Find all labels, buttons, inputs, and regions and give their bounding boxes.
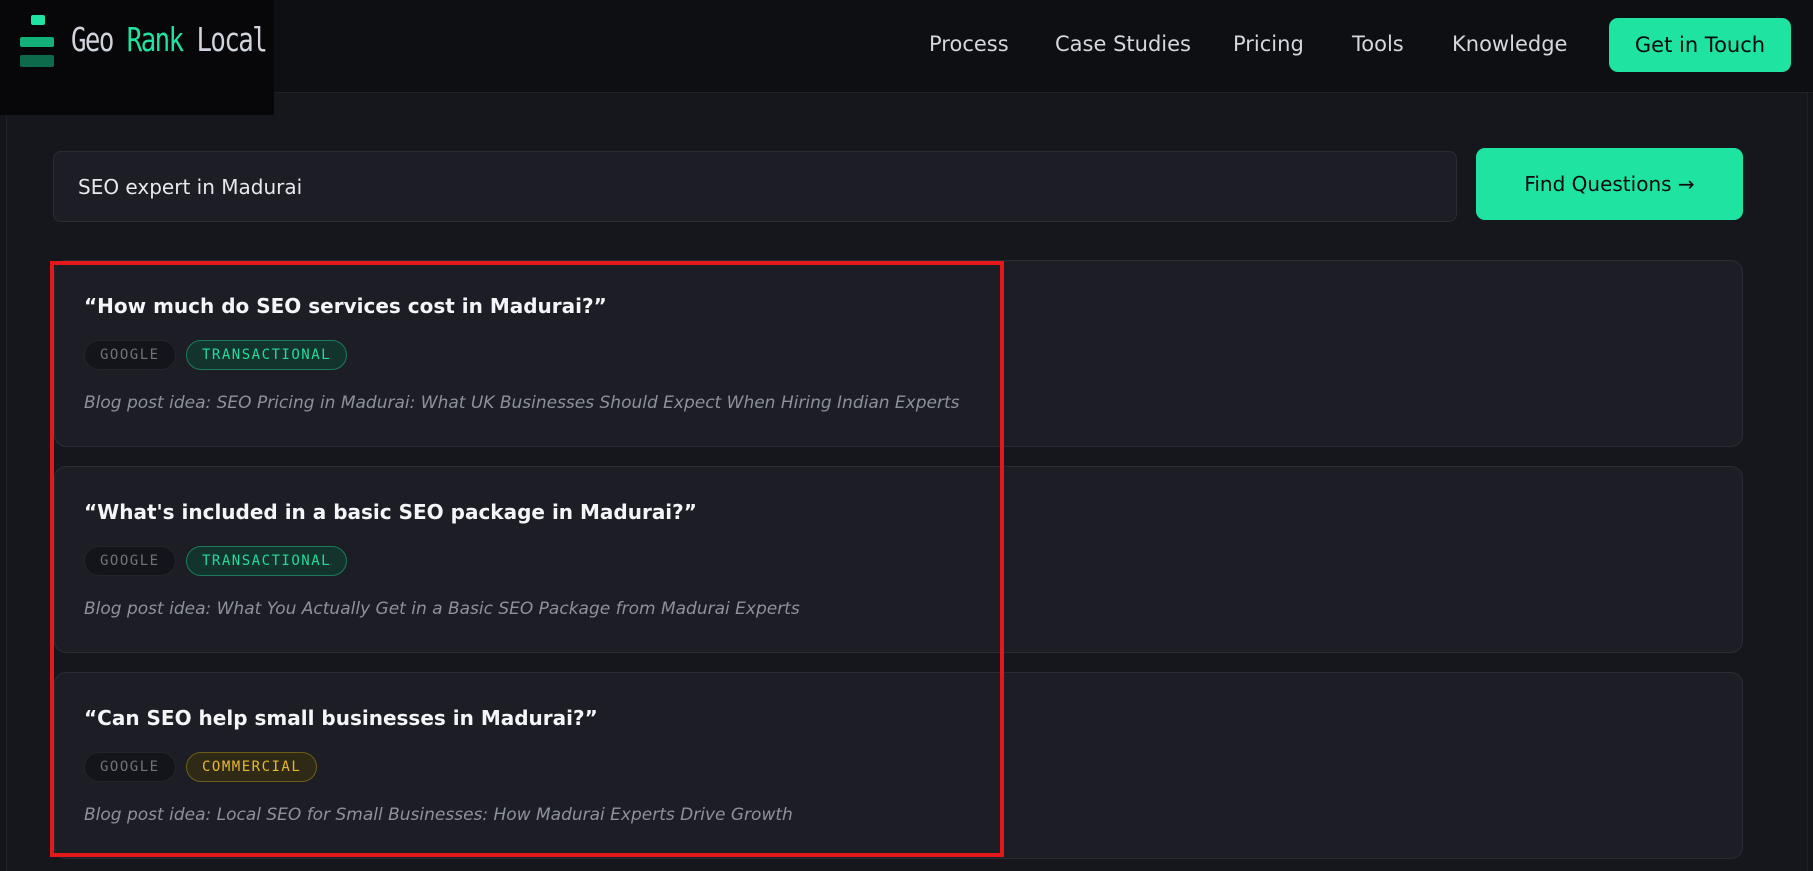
- source-badge: GOOGLE: [84, 340, 176, 370]
- source-badge: GOOGLE: [84, 752, 176, 782]
- site-header: Geo Rank Local Process Case Studies Pric…: [0, 0, 1813, 115]
- blog-post-idea: Blog post idea: What You Actually Get in…: [84, 599, 800, 619]
- question-card[interactable]: “How much do SEO services cost in Madura…: [54, 260, 1743, 447]
- find-questions-button[interactable]: Find Questions →: [1476, 148, 1743, 220]
- intent-badge: TRANSACTIONAL: [186, 340, 348, 370]
- get-in-touch-button[interactable]: Get in Touch: [1609, 18, 1791, 72]
- logo-icon: [20, 15, 54, 68]
- logo-text-part3: Local: [182, 20, 267, 59]
- search-input[interactable]: [53, 151, 1457, 222]
- blog-post-idea: Blog post idea: SEO Pricing in Madurai: …: [84, 393, 960, 413]
- intent-badge: TRANSACTIONAL: [186, 546, 348, 576]
- nav-item-tools[interactable]: Tools: [1352, 32, 1404, 56]
- question-text: “How much do SEO services cost in Madura…: [84, 294, 607, 318]
- question-text: “What's included in a basic SEO package …: [84, 500, 697, 524]
- nav-item-process[interactable]: Process: [929, 32, 1009, 56]
- logo-text-part1: Geo: [71, 20, 127, 59]
- source-badge: GOOGLE: [84, 546, 176, 576]
- intent-badge: COMMERCIAL: [186, 752, 318, 782]
- logo-wordmark: Geo Rank Local: [71, 20, 268, 59]
- logo[interactable]: Geo Rank Local: [0, 0, 274, 115]
- nav-item-knowledge[interactable]: Knowledge: [1452, 32, 1567, 56]
- nav-item-pricing[interactable]: Pricing: [1233, 32, 1304, 56]
- question-text: “Can SEO help small businesses in Madura…: [84, 706, 598, 730]
- question-card[interactable]: “What's included in a basic SEO package …: [54, 466, 1743, 653]
- nav-item-case-studies[interactable]: Case Studies: [1055, 32, 1191, 56]
- question-card[interactable]: “Can SEO help small businesses in Madura…: [54, 672, 1743, 859]
- blog-post-idea: Blog post idea: Local SEO for Small Busi…: [84, 805, 793, 825]
- logo-text-accent: Rank: [126, 20, 184, 59]
